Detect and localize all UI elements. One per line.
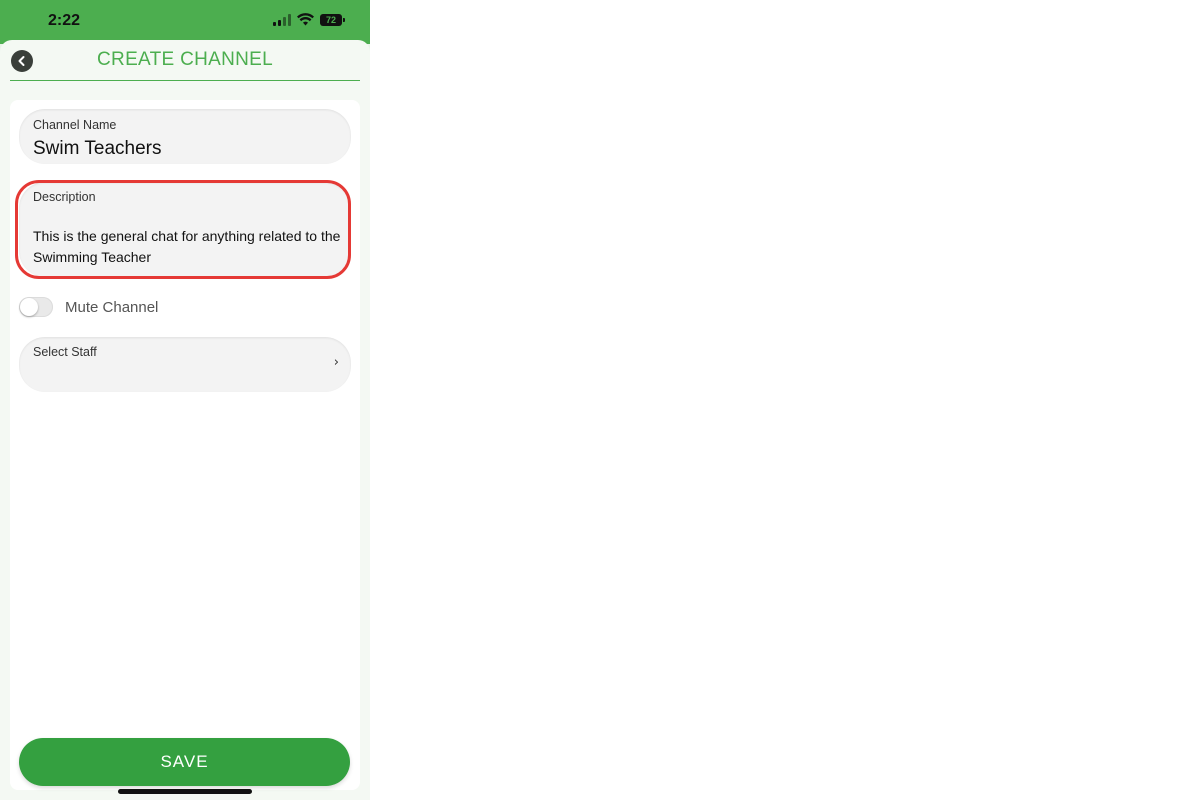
form-card: Channel Name Swim Teachers Description T… (10, 100, 360, 790)
channel-name-input[interactable]: Swim Teachers (33, 138, 161, 160)
header: CREATE CHANNEL (10, 40, 360, 81)
battery-icon: 72 (320, 13, 345, 26)
status-bar: 2:22 72 (0, 0, 370, 44)
phone-screen: 2:22 72 CREATE CHANNEL Channel Name Swim… (0, 0, 370, 800)
mute-channel-toggle[interactable] (19, 297, 53, 317)
signal-icon (273, 13, 291, 26)
description-highlight (15, 180, 351, 279)
toggle-knob (20, 298, 38, 316)
create-channel-sheet: CREATE CHANNEL Channel Name Swim Teacher… (0, 40, 370, 800)
wifi-icon (297, 13, 314, 26)
mute-channel-label: Mute Channel (65, 298, 159, 316)
select-staff-field[interactable]: Select Staff › (19, 337, 351, 392)
status-icons: 72 (273, 13, 345, 26)
channel-name-field[interactable]: Channel Name Swim Teachers (19, 109, 351, 164)
select-staff-label: Select Staff (33, 345, 97, 359)
channel-name-label: Channel Name (33, 118, 117, 132)
page-title: CREATE CHANNEL (97, 49, 273, 70)
chevron-right-icon: › (333, 355, 339, 370)
save-button[interactable]: SAVE (19, 738, 350, 786)
status-time: 2:22 (48, 12, 81, 29)
mute-channel-row: Mute Channel (19, 296, 158, 318)
home-indicator (118, 789, 252, 794)
